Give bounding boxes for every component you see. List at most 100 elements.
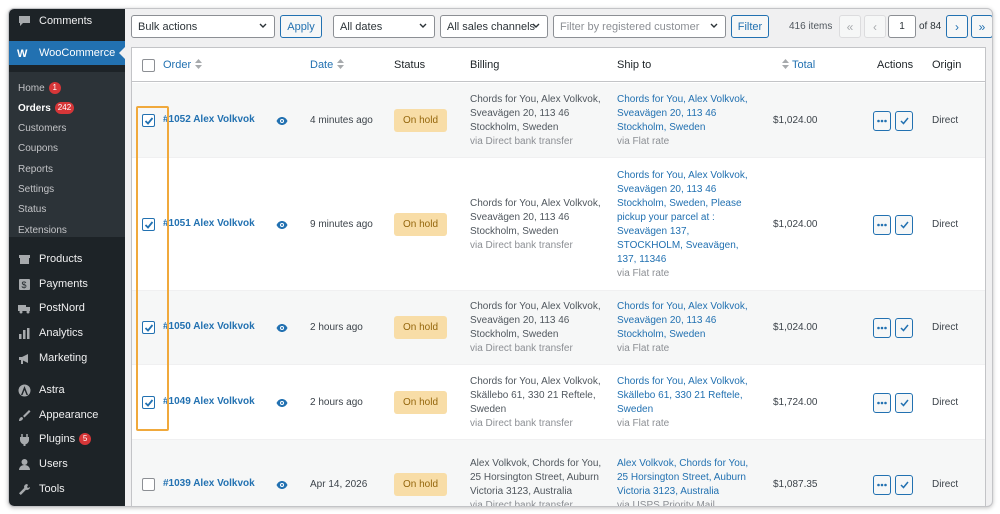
channels-value: All sales channels: [447, 20, 536, 33]
billing-column-header: Billing: [470, 59, 500, 71]
table-row[interactable]: #1039 Alex Volkvok Apr 14, 2026 On hold Ale…: [132, 440, 985, 507]
actions-column-header: Actions: [877, 59, 914, 71]
more-actions-button[interactable]: [873, 214, 891, 235]
apply-button[interactable]: Apply: [280, 15, 322, 38]
more-actions-button[interactable]: [873, 318, 891, 338]
billing-address: Chords for You, Alex Volkvok, Sveavägen 2…: [470, 93, 610, 149]
order-link[interactable]: #1039 Alex Volkvok: [163, 478, 255, 489]
billing-line: Chords for You, Alex Volkvok,: [470, 375, 601, 387]
select-all-checkbox[interactable]: [142, 59, 155, 72]
first-page-button[interactable]: «: [839, 15, 861, 38]
shipping-address-link[interactable]: Chords for You, Alex Volkvok, Sveavägen 2…: [617, 169, 757, 281]
eye-icon[interactable]: [276, 116, 288, 126]
sidebar-item-appearance[interactable]: Appearance: [9, 404, 125, 426]
sidebar-item-tools[interactable]: Tools: [9, 478, 125, 500]
eye-icon[interactable]: [276, 323, 288, 333]
ship-to-column-header: Ship to: [617, 59, 652, 71]
order-date: Apr 14, 2026: [310, 478, 368, 490]
row-checkbox[interactable]: [142, 477, 155, 491]
billing-address: Chords for You, Alex Volkvok, Skällebo 61…: [470, 375, 610, 431]
shipping-line: Skällebo 61, 330 21 Reftele,: [617, 389, 743, 401]
submenu-item-home[interactable]: Home 1: [18, 81, 61, 95]
sidebar-item-label: Marketing: [39, 352, 88, 364]
truck-icon: [17, 301, 31, 315]
sidebar-item-analytics[interactable]: Analytics: [9, 322, 125, 344]
more-actions-button[interactable]: [873, 110, 891, 131]
shipping-address-link[interactable]: Chords for You, Alex Volkvok, Sveavägen 2…: [617, 300, 757, 356]
submenu-item-customers[interactable]: Customers: [18, 122, 66, 136]
eye-icon[interactable]: [276, 220, 288, 230]
sidebar-item-payments[interactable]: $ Payments: [9, 273, 125, 295]
customer-filter-select[interactable]: Filter by registered customer: [553, 15, 726, 38]
order-link[interactable]: #1049 Alex Volkvok: [163, 396, 255, 407]
submenu-item-settings[interactable]: Settings: [18, 183, 54, 197]
complete-order-button[interactable]: [895, 110, 913, 131]
table-row[interactable]: #1049 Alex Volkvok 2 hours ago On hold Chor…: [132, 365, 985, 440]
table-row[interactable]: #1052 Alex Volkvok 4 minutes ago On hold Ch…: [132, 83, 985, 158]
order-link[interactable]: #1050 Alex Volkvok: [163, 321, 255, 332]
shipping-line: Sweden: [617, 403, 654, 415]
sidebar-item-comments[interactable]: Comments: [9, 10, 125, 32]
date-column-header[interactable]: Date: [310, 59, 345, 71]
submenu-item-orders[interactable]: Orders 242: [18, 101, 75, 115]
bulk-actions-select[interactable]: Bulk actions: [131, 15, 275, 38]
prev-page-button[interactable]: ‹: [864, 15, 886, 38]
table-row[interactable]: #1051 Alex Volkvok 9 minutes ago On hold Ch…: [132, 158, 985, 291]
sidebar-item-marketing[interactable]: Marketing: [9, 347, 125, 369]
submenu-item-reports[interactable]: Reports: [18, 162, 53, 176]
table-header: Order Date Status Billing Ship to Total …: [132, 48, 985, 82]
complete-order-button[interactable]: [895, 474, 913, 495]
sidebar-item-postnord[interactable]: PostNord: [9, 297, 125, 319]
shipping-address-link[interactable]: Alex Volkvok, Chords for You, 25 Horsingt…: [617, 457, 757, 507]
submenu-item-coupons[interactable]: Coupons: [18, 142, 58, 156]
row-checkbox[interactable]: [142, 217, 155, 231]
row-checkbox[interactable]: [142, 113, 155, 127]
status-badge: On hold: [394, 472, 447, 496]
more-actions-button[interactable]: [873, 392, 891, 413]
next-page-button[interactable]: ›: [946, 15, 968, 38]
order-link[interactable]: #1051 Alex Volkvok: [163, 218, 255, 229]
submenu-item-label: Status: [18, 204, 47, 216]
more-actions-button[interactable]: [873, 474, 891, 495]
sidebar-item-astra[interactable]: Astra: [9, 379, 125, 401]
complete-order-button[interactable]: [895, 214, 913, 235]
last-page-button[interactable]: »: [971, 15, 992, 38]
sidebar-item-plugins[interactable]: Plugins 5: [9, 428, 125, 450]
total-column-header[interactable]: Total: [782, 59, 815, 71]
status-badge: On hold: [394, 316, 447, 339]
complete-order-button[interactable]: [895, 318, 913, 338]
user-icon: [17, 457, 31, 471]
billing-address: Alex Volkvok, Chords for You, 25 Horsingt…: [470, 457, 610, 507]
complete-order-button[interactable]: [895, 392, 913, 413]
row-checkbox[interactable]: [142, 395, 155, 409]
billing-line: Victoria 3123, Australia: [470, 485, 573, 497]
row-checkbox[interactable]: [142, 321, 155, 334]
filter-button[interactable]: Filter: [731, 15, 769, 38]
table-row[interactable]: #1050 Alex Volkvok 2 hours ago On hold Chor…: [132, 291, 985, 365]
sidebar-item-products[interactable]: Products: [9, 248, 125, 270]
order-column-header[interactable]: Order: [163, 59, 203, 71]
shipping-method: via Flat rate: [617, 417, 670, 429]
sidebar-item-woocommerce[interactable]: W WooCommerce: [9, 41, 125, 65]
sidebar-item-settings[interactable]: Settings: [9, 503, 125, 506]
sales-channels-select[interactable]: All sales channels: [440, 15, 548, 38]
eye-icon[interactable]: [276, 480, 288, 490]
dates-select[interactable]: All dates: [333, 15, 435, 38]
eye-icon[interactable]: [276, 398, 288, 408]
shipping-line: Chords for You, Alex Volkvok,: [617, 169, 748, 181]
checkmark-icon: [144, 116, 154, 125]
submenu-item-extensions[interactable]: Extensions: [18, 223, 67, 237]
current-page-input[interactable]: 1: [888, 15, 916, 38]
bar-chart-icon: [17, 326, 31, 340]
ellipsis-icon: [877, 401, 887, 404]
shipping-address-link[interactable]: Chords for You, Alex Volkvok, Skällebo 61…: [617, 375, 757, 431]
shipping-line: Chords for You, Alex Volkvok,: [617, 301, 748, 312]
status-column-header: Status: [394, 59, 426, 71]
sidebar-item-users[interactable]: Users: [9, 453, 125, 475]
billing-line: Sveavägen 20, 113 46: [470, 315, 570, 326]
order-link[interactable]: #1052 Alex Volkvok: [163, 114, 255, 125]
shipping-address-link[interactable]: Chords for You, Alex Volkvok, Sveavägen 2…: [617, 93, 757, 149]
sidebar-item-label: Astra: [39, 384, 65, 396]
order-origin: Direct: [932, 218, 959, 230]
submenu-item-status[interactable]: Status: [18, 203, 46, 217]
